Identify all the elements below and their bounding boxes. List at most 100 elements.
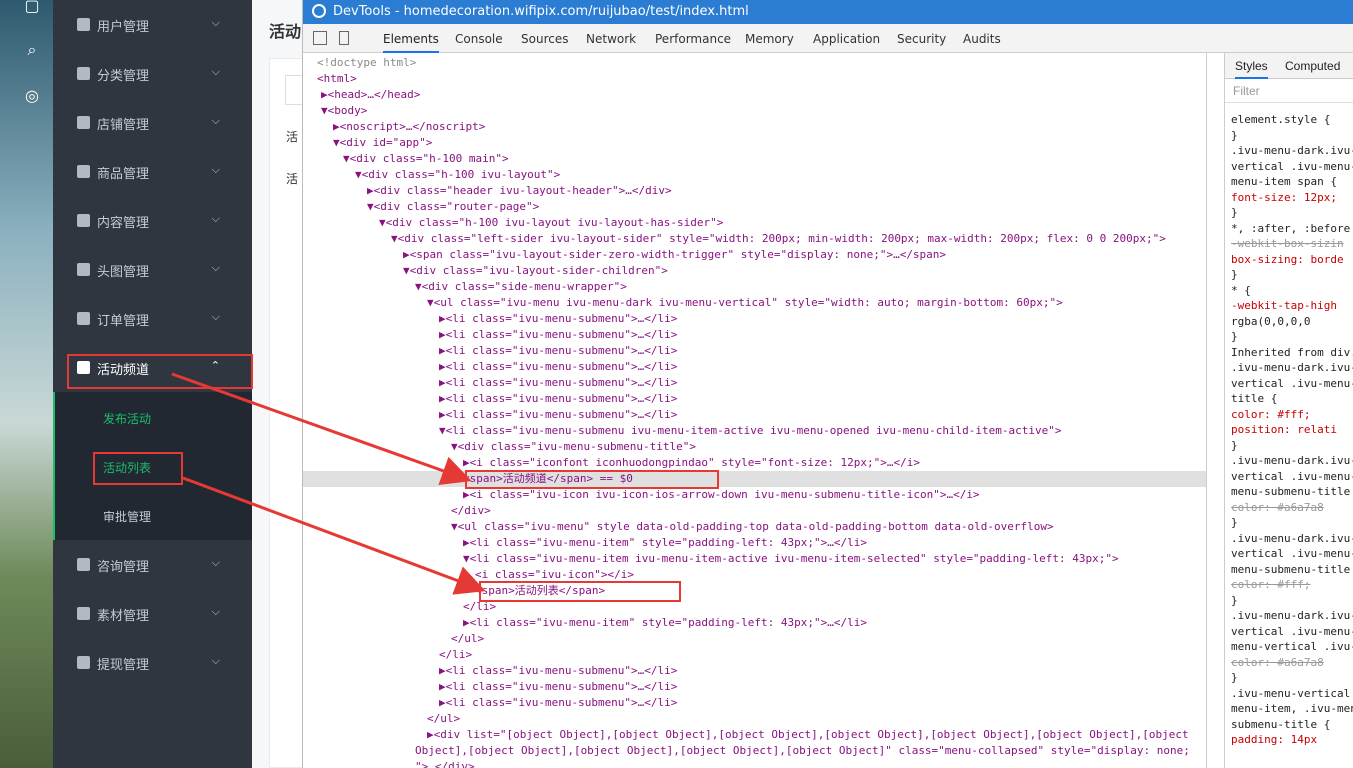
style-line: font-size: 12px; <box>1231 190 1337 204</box>
sidebar-item-withdraw[interactable]: 提现管理 ⌵ <box>53 638 252 687</box>
dom-node[interactable]: <html> <box>317 71 357 87</box>
dom-node[interactable]: ▶<noscript>…</noscript> <box>333 119 485 135</box>
dom-node[interactable]: ▼<li class="ivu-menu-submenu ivu-menu-it… <box>439 423 1062 439</box>
sidebar-item-consult[interactable]: 咨询管理 ⌵ <box>53 540 252 589</box>
dom-node[interactable]: ▶<div list="[object Object],[object Obje… <box>427 727 1189 743</box>
dom-node[interactable]: ▶<i class="iconfont iconhuodongpindao" s… <box>463 455 920 471</box>
dom-node[interactable]: <i class="ivu-icon"></i> <box>475 567 634 583</box>
chevron-down-icon: ⌵ <box>211 163 220 176</box>
sidebar-item-label: 用户管理 <box>97 20 150 35</box>
withdraw-icon <box>77 656 90 669</box>
search-icon[interactable]: ⌕ <box>22 40 42 60</box>
dom-node[interactable]: ▼<div class="h-100 ivu-layout ivu-layout… <box>379 215 723 231</box>
sidebar-item-goods[interactable]: 商品管理 ⌵ <box>53 147 252 196</box>
devtools-title: DevTools - homedecoration.wifipix.com/ru… <box>333 4 749 19</box>
dom-node[interactable]: ▼<div id="app"> <box>333 135 432 151</box>
tab-styles[interactable]: Styles <box>1235 59 1268 79</box>
dom-node[interactable]: ▼<ul class="ivu-menu" style data-old-pad… <box>451 519 1054 535</box>
style-line: color: #fff; <box>1231 407 1311 421</box>
dom-node[interactable]: ▶<li class="ivu-menu-submenu">…</li> <box>439 407 677 423</box>
dom-node[interactable]: ▼<div class="left-sider ivu-layout-sider… <box>391 231 1166 247</box>
dom-node[interactable]: ▶<li class="ivu-menu-submenu">…</li> <box>439 663 677 679</box>
dom-node[interactable]: </ul> <box>451 631 484 647</box>
dom-node[interactable]: <!doctype html> <box>317 55 416 71</box>
dom-node[interactable]: ▶<li class="ivu-menu-item" style="paddin… <box>463 615 867 631</box>
dom-node[interactable]: ">…</div> <box>415 759 475 768</box>
dom-node[interactable]: ▼<div class="h-100 main"> <box>343 151 509 167</box>
dom-node[interactable]: ▶<li class="ivu-menu-submenu">…</li> <box>439 695 677 711</box>
dom-node[interactable]: ▶<span class="ivu-layout-sider-zero-widt… <box>403 247 946 263</box>
dom-node[interactable]: Object],[object Object],[object Object],… <box>415 743 1190 759</box>
dom-node[interactable]: ▶<li class="ivu-menu-submenu">…</li> <box>439 359 677 375</box>
dom-node[interactable]: ▼<body> <box>321 103 367 119</box>
dom-node[interactable]: </ul> <box>427 711 460 727</box>
device-toolbar-icon[interactable] <box>339 31 349 45</box>
folder-icon <box>77 607 90 620</box>
style-line: .ivu-menu-dark.ivu- <box>1231 144 1353 157</box>
submenu-item-publish[interactable]: 发布活动 <box>103 410 151 427</box>
dom-node[interactable]: ▼<li class="ivu-menu-item ivu-menu-item-… <box>463 551 1119 567</box>
submenu-item-approval[interactable]: 审批管理 <box>103 508 151 525</box>
dom-node[interactable]: <span>活动列表</span> <box>475 583 605 599</box>
filter-input[interactable] <box>285 75 302 105</box>
dom-node[interactable]: ▶<li class="ivu-menu-submenu">…</li> <box>439 327 677 343</box>
chevron-down-icon: ⌵ <box>211 556 220 569</box>
dom-node[interactable]: </li> <box>463 599 496 615</box>
sidebar-item-materials[interactable]: 素材管理 ⌵ <box>53 589 252 638</box>
dom-node[interactable]: ▶<div class="header ivu-layout-header">…… <box>367 183 672 199</box>
sidebar-item-categories[interactable]: 分类管理 ⌵ <box>53 49 252 98</box>
dom-node[interactable]: ▶<i class="ivu-icon ivu-icon-ios-arrow-d… <box>463 487 980 503</box>
dom-node[interactable]: ▼<div class="side-menu-wrapper"> <box>415 279 627 295</box>
sidebar-item-users[interactable]: 用户管理 ⌵ <box>53 0 252 49</box>
sidebar-item-orders[interactable]: 订单管理 ⌵ <box>53 294 252 343</box>
tab-application[interactable]: Application <box>813 32 880 46</box>
dom-node[interactable]: ▶<li class="ivu-menu-submenu">…</li> <box>439 375 677 391</box>
style-line: } <box>1231 438 1238 452</box>
dom-node-selected[interactable]: <span>活动频道</span> == $0 <box>303 471 1206 487</box>
tab-elements[interactable]: Elements <box>383 32 439 53</box>
dom-node[interactable]: ▼<ul class="ivu-menu ivu-menu-dark ivu-m… <box>427 295 1063 311</box>
globe-icon[interactable]: ◎ <box>22 86 42 106</box>
style-line: vertical .ivu-menu- <box>1231 547 1353 560</box>
style-line: element.style { <box>1231 113 1331 126</box>
dom-node[interactable]: ▶<li class="ivu-menu-submenu">…</li> <box>439 311 677 327</box>
tab-network[interactable]: Network <box>586 32 636 46</box>
sidebar-item-shops[interactable]: 店铺管理 ⌵ <box>53 98 252 147</box>
dom-node[interactable]: ▶<li class="ivu-menu-submenu">…</li> <box>439 343 677 359</box>
content-icon <box>77 214 90 227</box>
dom-node[interactable]: </li> <box>439 647 472 663</box>
tab-audits[interactable]: Audits <box>963 32 1001 46</box>
grid-icon <box>77 67 90 80</box>
devtools-tabbar: Elements Console Sources Network Perform… <box>303 24 1353 53</box>
styles-filter-input[interactable]: Filter <box>1225 79 1353 103</box>
chevron-down-icon: ⌵ <box>211 310 220 323</box>
inspect-icon[interactable] <box>313 31 327 45</box>
dom-node[interactable]: ▼<div class="ivu-layout-sider-children"> <box>403 263 668 279</box>
dom-node[interactable]: ▶<li class="ivu-menu-item" style="paddin… <box>463 535 867 551</box>
style-line: color: #a6a7a8 <box>1231 655 1324 669</box>
dom-node[interactable]: </div> <box>451 503 491 519</box>
tab-sources[interactable]: Sources <box>521 32 568 46</box>
dom-node[interactable]: ▼<div class="ivu-menu-submenu-title"> <box>451 439 696 455</box>
style-line: } <box>1231 206 1238 219</box>
highlight-activity-menu <box>67 354 253 389</box>
style-line: padding: 14px <box>1231 733 1318 746</box>
tab-performance[interactable]: Performance <box>655 32 731 46</box>
elements-panel[interactable]: <!doctype html> <html> ▶<head>…</head> ▼<bo… <box>303 53 1207 768</box>
dom-node[interactable]: ▼<div class="h-100 ivu-layout"> <box>355 167 560 183</box>
dom-node[interactable]: ▶<li class="ivu-menu-submenu">…</li> <box>439 391 677 407</box>
tab-console[interactable]: Console <box>455 32 503 46</box>
dom-node[interactable]: ▶<li class="ivu-menu-submenu">…</li> <box>439 679 677 695</box>
style-line: vertical .ivu-menu- <box>1231 624 1353 638</box>
style-line: vertical .ivu-menu- <box>1231 469 1353 483</box>
tab-computed[interactable]: Computed <box>1285 59 1340 73</box>
tab-security[interactable]: Security <box>897 32 946 46</box>
sidebar-item-content[interactable]: 内容管理 ⌵ <box>53 196 252 245</box>
style-line: } <box>1231 516 1238 529</box>
dom-node[interactable]: ▼<div class="router-page"> <box>367 199 539 215</box>
sidebar-item-banners[interactable]: 头图管理 ⌵ <box>53 245 252 294</box>
style-line: color: #a6a7a8 <box>1231 500 1324 514</box>
window-icon[interactable]: ▢ <box>22 0 42 16</box>
tab-memory[interactable]: Memory <box>745 32 794 46</box>
dom-node[interactable]: ▶<head>…</head> <box>321 87 420 103</box>
